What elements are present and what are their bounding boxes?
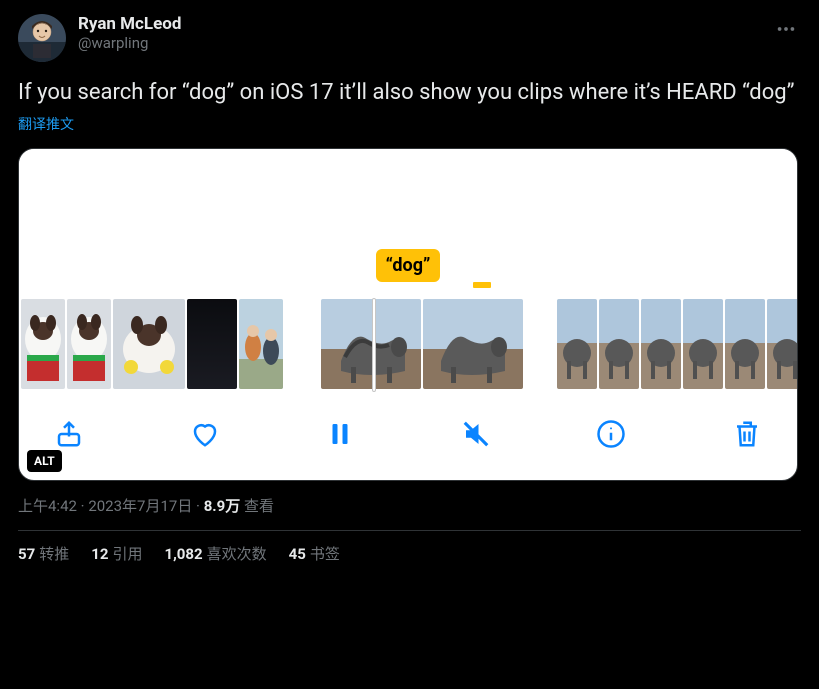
media-whitespace xyxy=(19,149,797,249)
clip-group-2 xyxy=(321,299,523,389)
match-marker xyxy=(473,282,491,288)
translate-link[interactable]: 翻译推文 xyxy=(18,114,801,134)
info-button[interactable] xyxy=(593,416,629,452)
media-attachment[interactable]: “dog” xyxy=(18,148,798,481)
bookmarks-stat[interactable]: 45书签 xyxy=(289,543,340,564)
author-block[interactable]: Ryan McLeod @warpling xyxy=(78,14,181,52)
views-label: 查看 xyxy=(240,497,274,515)
clip-group-1 xyxy=(21,299,283,389)
clip-thumbnail[interactable] xyxy=(67,299,111,389)
pause-button[interactable] xyxy=(322,416,358,452)
retweets-stat[interactable]: 57转推 xyxy=(18,543,69,564)
video-timeline[interactable] xyxy=(19,294,797,394)
clip-thumbnail[interactable] xyxy=(21,299,65,389)
tweet-card: Ryan McLeod @warpling If you search for … xyxy=(0,0,819,574)
likes-stat[interactable]: 1,082喜欢次数 xyxy=(164,543,266,564)
clip-thumbnail[interactable] xyxy=(725,299,765,389)
avatar[interactable] xyxy=(18,14,66,62)
clip-thumbnail[interactable] xyxy=(767,299,798,389)
meta-date[interactable]: 2023年7月17日 xyxy=(88,497,192,515)
tweet-text: If you search for “dog” on iOS 17 it’ll … xyxy=(18,78,801,108)
clip-thumbnail[interactable] xyxy=(113,299,185,389)
clip-thumbnail[interactable] xyxy=(683,299,723,389)
search-callout: “dog” xyxy=(376,249,441,282)
clip-thumbnail[interactable] xyxy=(239,299,283,389)
favorite-button[interactable] xyxy=(187,416,223,452)
clip-thumbnail[interactable] xyxy=(599,299,639,389)
more-button[interactable] xyxy=(771,14,801,48)
clip-thumbnail[interactable] xyxy=(641,299,681,389)
playhead[interactable] xyxy=(372,298,376,392)
author-handle: @warpling xyxy=(78,34,181,52)
alt-badge[interactable]: ALT xyxy=(27,450,62,472)
delete-button[interactable] xyxy=(729,416,765,452)
author-name: Ryan McLeod xyxy=(78,14,181,34)
clip-thumbnail[interactable] xyxy=(557,299,597,389)
separator xyxy=(18,530,801,531)
meta-time[interactable]: 上午4:42 xyxy=(18,497,77,515)
media-toolbar xyxy=(19,394,797,480)
tweet-header: Ryan McLeod @warpling xyxy=(18,14,801,62)
views-count: 8.9万 xyxy=(204,497,241,515)
tweet-stats: 57转推 12引用 1,082喜欢次数 45书签 xyxy=(18,543,801,564)
clip-thumbnail[interactable] xyxy=(187,299,237,389)
quotes-stat[interactable]: 12引用 xyxy=(91,543,142,564)
share-button[interactable] xyxy=(51,416,87,452)
clip-thumbnail[interactable] xyxy=(321,299,421,389)
clip-group-3 xyxy=(557,299,798,389)
tweet-meta: 上午4:42 · 2023年7月17日 · 8.9万 查看 xyxy=(18,495,801,516)
mute-button[interactable] xyxy=(458,416,494,452)
clip-thumbnail[interactable] xyxy=(423,299,523,389)
